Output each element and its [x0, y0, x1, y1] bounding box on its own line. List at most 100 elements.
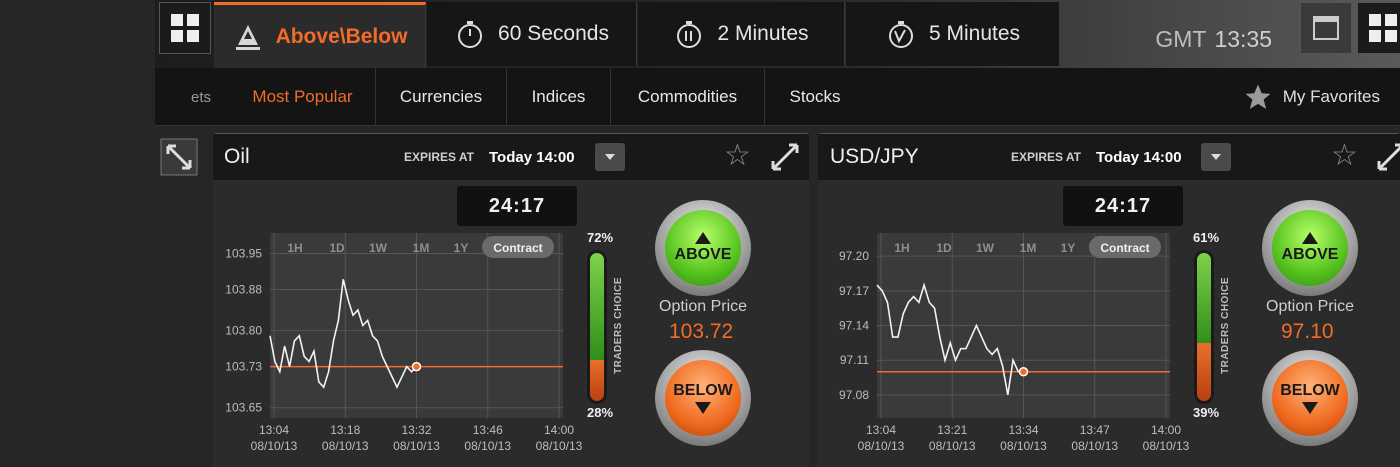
current-price-marker	[1018, 367, 1029, 377]
range-button-1d[interactable]: 1D	[936, 241, 952, 255]
below-button[interactable]: BELOW	[655, 350, 751, 446]
x-tick-label: 13:18	[330, 423, 360, 437]
y-tick-label: 97.17	[839, 284, 869, 298]
arrow-up-icon	[1302, 232, 1318, 244]
category-most-popular[interactable]: Most Popular	[230, 68, 376, 126]
clock-zone: GMT	[1155, 26, 1207, 52]
x-tick-label: 13:21	[937, 423, 967, 437]
y-tick-label: 103.88	[225, 283, 262, 297]
expand-icon[interactable]	[1375, 141, 1400, 173]
gmt-clock: GMT 13:35	[1155, 26, 1272, 53]
expires-label: EXPIRES AT	[404, 150, 475, 164]
category-label: Commodities	[637, 87, 738, 106]
x-tick-label: 13:47	[1080, 423, 1110, 437]
tab-label: Above\Below	[275, 24, 408, 48]
app-root: Above\Below 60 Seconds 2 Minutes 5 Minut…	[0, 0, 1400, 467]
y-tick-label: 97.08	[839, 388, 869, 402]
favorites-label: My Favorites	[1282, 87, 1380, 106]
arrow-down-icon	[1302, 402, 1318, 414]
y-tick-label: 97.20	[839, 249, 869, 263]
range-button-1h[interactable]: 1H	[894, 241, 909, 255]
favorite-star-icon[interactable]: ☆	[1331, 141, 1358, 171]
tab-2-minutes[interactable]: 2 Minutes	[638, 2, 845, 66]
below-label: BELOW	[1280, 382, 1340, 399]
above-share-fill	[590, 253, 604, 360]
grid-menu-button[interactable]	[159, 2, 211, 54]
my-favorites-link[interactable]: My Favorites	[1243, 82, 1380, 112]
window-button[interactable]	[1300, 2, 1352, 54]
x-tick-date: 08/10/13	[464, 439, 511, 453]
x-tick-label: 13:34	[1008, 423, 1038, 437]
category-commodities[interactable]: Commodities	[611, 68, 765, 126]
x-tick-date: 08/10/13	[322, 439, 369, 453]
chart-svg: 97.20 97.17 97.14 97.11 97.08 13:04 08/10/13 13…	[839, 233, 1190, 453]
range-button-contract[interactable]: Contract	[1100, 241, 1149, 255]
y-tick-label: 97.14	[839, 319, 869, 333]
range-button-1w[interactable]: 1W	[369, 241, 388, 255]
y-tick-label: 103.95	[225, 247, 262, 261]
x-tick-date: 08/10/13	[251, 439, 298, 453]
expand-icon[interactable]	[160, 138, 198, 176]
x-tick-label: 13:04	[866, 423, 896, 437]
below-share-fill	[1197, 343, 1211, 401]
below-percent: 28%	[587, 405, 614, 420]
grid-icon	[171, 14, 199, 42]
option-price-value: 103.72	[669, 320, 734, 343]
favorite-star-icon[interactable]: ☆	[724, 141, 751, 171]
range-button-contract[interactable]: Contract	[493, 241, 542, 255]
x-tick-date: 08/10/13	[1071, 439, 1118, 453]
expiry-dropdown[interactable]	[1201, 143, 1231, 171]
clock-time: 13:35	[1214, 26, 1272, 52]
star-icon	[1245, 84, 1271, 109]
tab-60-seconds[interactable]: 60 Seconds	[427, 2, 637, 66]
current-price-marker	[411, 361, 422, 372]
above-button[interactable]: ABOVE	[1262, 200, 1358, 296]
countdown-timer: 24:17	[457, 186, 577, 226]
above-button[interactable]: ABOVE	[655, 200, 751, 296]
window-icon	[1313, 16, 1339, 40]
tab-5-minutes[interactable]: 5 Minutes	[846, 2, 1060, 66]
x-tick-label: 13:04	[259, 423, 289, 437]
category-indices[interactable]: Indices	[507, 68, 611, 126]
stopwatch-icon	[677, 21, 702, 48]
category-label: Most Popular	[252, 87, 353, 106]
x-tick-date: 08/10/13	[858, 439, 905, 453]
grid-view-button[interactable]	[1357, 2, 1400, 54]
category-label: Stocks	[789, 87, 841, 106]
category-stocks[interactable]: Stocks	[765, 68, 865, 126]
range-button-1m[interactable]: 1M	[1020, 241, 1037, 255]
asset-name: USD/JPY	[830, 145, 919, 168]
x-tick-label: 13:32	[401, 423, 431, 437]
above-below-icon	[235, 24, 260, 50]
above-share-fill	[1197, 253, 1211, 343]
option-price-label: Option Price	[659, 298, 748, 315]
grid-icon	[1369, 14, 1397, 42]
above-label: ABOVE	[1281, 246, 1339, 263]
expand-icon[interactable]	[769, 141, 801, 173]
tab-above-below[interactable]: Above\Below	[214, 2, 426, 68]
option-price-label: Option Price	[1266, 298, 1355, 315]
above-label: ABOVE	[674, 246, 732, 263]
range-button-1d[interactable]: 1D	[329, 241, 345, 255]
stopwatch-icon	[888, 21, 913, 48]
category-currencies[interactable]: Currencies	[376, 68, 507, 126]
x-tick-date: 08/10/13	[1143, 439, 1190, 453]
expires-value: Today 14:00	[489, 149, 575, 166]
range-button-1y[interactable]: 1Y	[1061, 241, 1076, 255]
range-button-1y[interactable]: 1Y	[454, 241, 469, 255]
tab-label: 5 Minutes	[928, 22, 1021, 45]
above-percent: 72%	[587, 230, 614, 245]
category-cut-off[interactable]: ets	[155, 68, 215, 126]
range-button-1m[interactable]: 1M	[413, 241, 430, 255]
below-button[interactable]: BELOW	[1262, 350, 1358, 446]
stopwatch-icon	[458, 21, 483, 48]
expiry-dropdown[interactable]	[595, 143, 625, 171]
y-tick-label: 97.11	[840, 353, 869, 367]
x-tick-date: 08/10/13	[929, 439, 976, 453]
range-button-1w[interactable]: 1W	[976, 241, 995, 255]
chart-svg: 103.95 103.88 103.80 103.73 103.65 13:04 08/10…	[225, 233, 583, 453]
x-tick-date: 08/10/13	[536, 439, 583, 453]
category-label: Currencies	[399, 87, 483, 106]
traders-choice-bar	[587, 250, 607, 404]
range-button-1h[interactable]: 1H	[287, 241, 302, 255]
